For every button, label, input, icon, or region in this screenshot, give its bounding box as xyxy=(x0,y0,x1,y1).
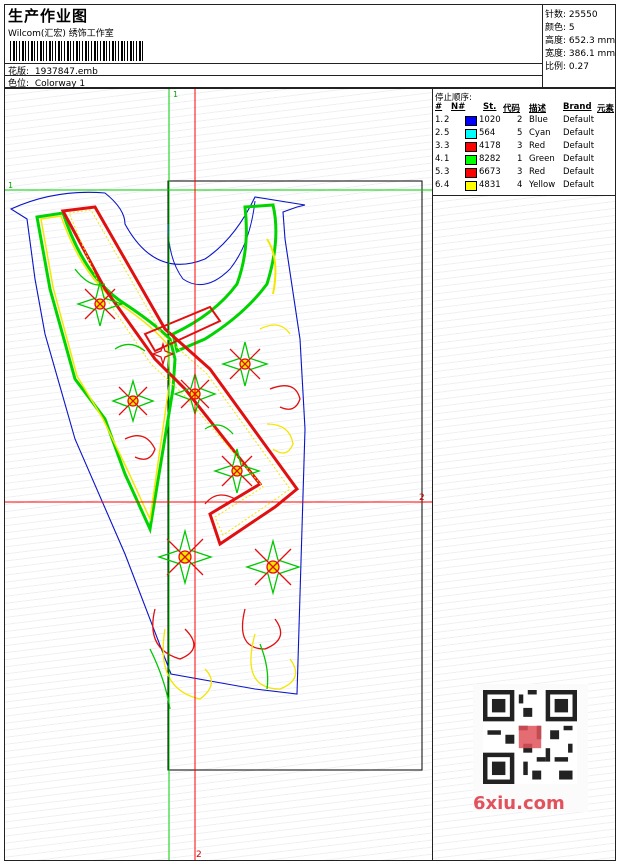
legend-cell-desc: Cyan xyxy=(529,128,551,138)
watermark-logo: 6xiu.com xyxy=(473,793,565,814)
barcode-image xyxy=(10,41,145,61)
legend-cell-n: 1 xyxy=(444,154,450,164)
header-info: 生产作业图 Wilcom(汇宏) 绣饰工作室 花版: 1937847.emb 色… xyxy=(5,5,543,89)
left-band-yellow xyxy=(40,215,171,522)
color-swatch xyxy=(465,181,477,191)
guide-label-h1: 1 xyxy=(8,181,13,190)
spec-stitches: 针数: 25550 xyxy=(545,10,598,20)
guide-label-v1: 1 xyxy=(173,90,178,99)
legend-cell-order: 3. xyxy=(435,141,444,151)
legend-cell-brand: Default xyxy=(563,141,595,151)
legend-row: 4. 1 8282 1 Green Default xyxy=(435,154,615,166)
legend-cell-stitches: 1020 xyxy=(479,115,501,125)
qr-code-icon xyxy=(483,690,577,784)
legend-cell-brand: Default xyxy=(563,180,595,190)
guide-label-h2: 2 xyxy=(419,493,425,503)
legend-cell-order: 6. xyxy=(435,180,444,190)
legend-cell-code: 2 xyxy=(517,115,523,125)
legend-cell-desc: Yellow xyxy=(529,180,556,190)
divider xyxy=(5,75,542,76)
legend-cell-stitches: 6673 xyxy=(479,167,501,177)
legend-cell-stitches: 4831 xyxy=(479,180,501,190)
color-swatch xyxy=(465,129,477,139)
legend-cell-code: 3 xyxy=(517,167,523,177)
embroidery-drawing: 1 1 2 2 xyxy=(5,89,432,860)
legend-header: # N# St. 代码 描述 Brand 元素 xyxy=(435,102,615,114)
color-swatch xyxy=(465,168,477,178)
side-panel: 6xiu.com xyxy=(433,196,615,860)
legend-cell-brand: Default xyxy=(563,115,595,125)
garment-outline xyxy=(9,191,306,695)
flower-7 xyxy=(244,538,302,596)
legend-row: 2. 5 564 5 Cyan Default xyxy=(435,128,615,140)
legend-cell-stitches: 564 xyxy=(479,128,496,138)
worksheet-body: 1 1 2 2 停止顺序: # N# St. 代码 描述 Brand 元素 1.… xyxy=(4,88,616,861)
legend-cell-desc: Green xyxy=(529,154,555,164)
guide-label-v2: 2 xyxy=(196,850,202,860)
legend-cell-order: 4. xyxy=(435,154,444,164)
color-sequence-legend: 停止顺序: # N# St. 代码 描述 Brand 元素 1. 2 1020 2 Bl… xyxy=(433,89,615,196)
color-swatch xyxy=(465,142,477,152)
legend-cell-stitches: 8282 xyxy=(479,154,501,164)
flower-2 xyxy=(220,341,270,387)
design-canvas[interactable]: 1 1 2 2 xyxy=(5,89,433,860)
legend-cell-n: 3 xyxy=(444,141,450,151)
legend-cell-code: 5 xyxy=(517,128,523,138)
legend-row: 1. 2 1020 2 Blue Default xyxy=(435,115,615,127)
color-swatch xyxy=(465,155,477,165)
legend-row: 5. 3 6673 3 Red Default xyxy=(435,167,615,179)
legend-cell-brand: Default xyxy=(563,154,595,164)
studio-name: Wilcom(汇宏) 绣饰工作室 xyxy=(8,29,114,39)
page-title: 生产作业图 xyxy=(8,7,89,25)
flower-3 xyxy=(111,378,155,424)
legend-cell-order: 2. xyxy=(435,128,444,138)
legend-cell-n: 3 xyxy=(444,167,450,177)
legend-cell-desc: Red xyxy=(529,167,546,177)
left-band-green xyxy=(35,211,177,535)
legend-cell-code: 4 xyxy=(517,180,523,190)
legend-cell-code: 1 xyxy=(517,154,523,164)
spec-scale: 比例: 0.27 xyxy=(545,62,589,72)
legend-row: 3. 3 4178 3 Red Default xyxy=(435,141,615,153)
header-panel: 生产作业图 Wilcom(汇宏) 绣饰工作室 花版: 1937847.emb 色… xyxy=(4,4,616,89)
flower-6 xyxy=(156,528,214,586)
legend-cell-order: 5. xyxy=(435,167,444,177)
spec-height: 高度: 652.3 mm xyxy=(545,36,616,46)
spec-width: 宽度: 386.1 mm xyxy=(545,49,616,59)
legend-cell-stitches: 4178 xyxy=(479,141,501,151)
legend-cell-brand: Default xyxy=(563,167,595,177)
color-swatch xyxy=(465,116,477,126)
legend-cell-desc: Blue xyxy=(529,115,548,125)
legend-cell-n: 5 xyxy=(444,128,450,138)
legend-row: 6. 4 4831 4 Yellow Default xyxy=(435,180,615,192)
legend-cell-n: 4 xyxy=(444,180,450,190)
legend-cell-code: 3 xyxy=(517,141,523,151)
hoop-outline xyxy=(167,180,423,771)
spec-colors: 颜色: 5 xyxy=(545,23,575,33)
legend-cell-desc: Red xyxy=(529,141,546,151)
spec-panel: 针数: 25550 颜色: 5 高度: 652.3 mm 宽度: 386.1 m… xyxy=(543,5,615,87)
legend-cell-brand: Default xyxy=(563,128,595,138)
legend-cell-n: 2 xyxy=(444,115,450,125)
legend-cell-order: 1. xyxy=(435,115,444,125)
